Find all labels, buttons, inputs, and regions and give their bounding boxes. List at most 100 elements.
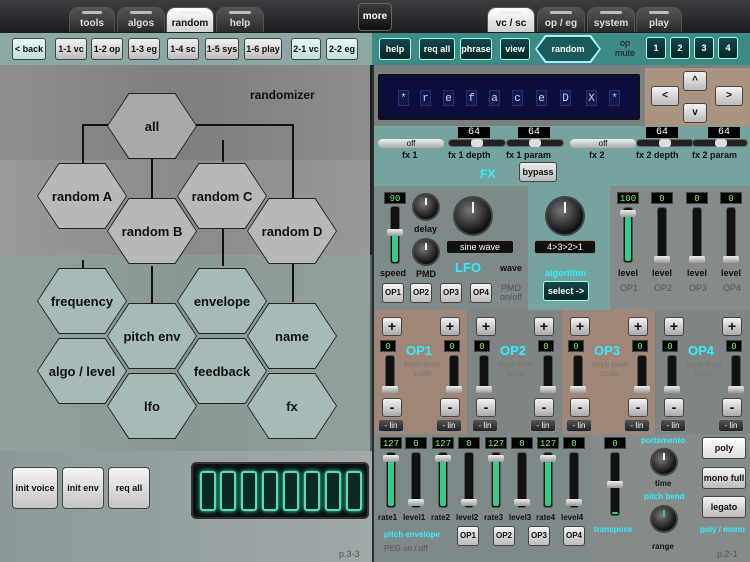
op4-level-slider[interactable] — [723, 207, 739, 263]
legato-button[interactable]: legato — [702, 496, 746, 518]
tab-vc-sc[interactable]: vc / sc — [487, 7, 535, 32]
op4-plus-right[interactable]: + — [722, 317, 742, 336]
fx2-depth-slider[interactable] — [636, 139, 694, 147]
op2-lin-left[interactable]: - lin — [472, 419, 498, 432]
back-button[interactable]: < back — [12, 38, 46, 60]
lfo-op4-button[interactable]: OP4 — [470, 283, 492, 303]
op2-plus-right[interactable]: + — [534, 317, 554, 336]
op1-minus-left[interactable]: - — [382, 398, 402, 417]
op2-minus-right[interactable]: - — [534, 398, 554, 417]
arrow-right-button[interactable]: > — [715, 86, 743, 106]
op3-lin-left[interactable]: - lin — [566, 419, 592, 432]
init-voice-button[interactable]: init voice — [12, 467, 58, 509]
op1-right-slider[interactable] — [446, 355, 462, 393]
mono-full-button[interactable]: mono full — [702, 467, 746, 489]
random-button[interactable]: random — [537, 37, 599, 61]
arrow-down-button[interactable]: v — [683, 103, 707, 123]
op4-left-slider[interactable] — [664, 355, 680, 393]
op-mute-2[interactable]: 2 — [670, 37, 690, 59]
arrow-left-button[interactable]: < — [651, 86, 679, 106]
op4-lin-right[interactable]: - lin — [718, 419, 744, 432]
tab-system[interactable]: system — [587, 7, 635, 32]
lfo-op2-button[interactable]: OP2 — [410, 283, 432, 303]
op3-lin-right[interactable]: - lin — [624, 419, 650, 432]
op3-minus-left[interactable]: - — [570, 398, 590, 417]
peg-rate3-slider[interactable] — [488, 452, 504, 508]
peg-op1-button[interactable]: OP1 — [457, 526, 479, 546]
op3-plus-left[interactable]: + — [570, 317, 590, 336]
nav-1-1-vc[interactable]: 1-1 vc — [55, 38, 87, 60]
more-button[interactable]: more — [358, 3, 392, 31]
fx2-param-slider[interactable] — [692, 139, 748, 147]
nav-1-5-sys[interactable]: 1-5 sys — [205, 38, 239, 60]
transpose-slider[interactable] — [607, 452, 623, 516]
op2-minus-left[interactable]: - — [476, 398, 496, 417]
lfo-op3-button[interactable]: OP3 — [440, 283, 462, 303]
peg-op4-button[interactable]: OP4 — [563, 526, 585, 546]
algorithm-knob[interactable] — [545, 196, 585, 236]
op4-lin-left[interactable]: - lin — [660, 419, 686, 432]
op2-right-slider[interactable] — [540, 355, 556, 393]
op1-minus-right[interactable]: - — [440, 398, 460, 417]
op3-right-slider[interactable] — [634, 355, 650, 393]
peg-op2-button[interactable]: OP2 — [493, 526, 515, 546]
tab-tools[interactable]: tools — [69, 7, 115, 32]
tab-random[interactable]: random — [166, 7, 214, 32]
algorithm-select-button[interactable]: select -> — [543, 281, 589, 301]
op2-left-slider[interactable] — [476, 355, 492, 393]
peg-level2-slider[interactable] — [461, 452, 477, 508]
fx-bypass-button[interactable]: bypass — [519, 162, 557, 182]
op-mute-3[interactable]: 3 — [694, 37, 714, 59]
lfo-wave-knob[interactable] — [453, 196, 493, 236]
lfo-speed-slider[interactable] — [387, 206, 403, 264]
nav-2-2-eg[interactable]: 2-2 eg — [326, 38, 358, 60]
op2-plus-left[interactable]: + — [476, 317, 496, 336]
lfo-delay-knob[interactable] — [412, 193, 440, 221]
op2-level-slider[interactable] — [654, 207, 670, 263]
phrase-button[interactable]: phrase — [460, 38, 492, 60]
tab-op-eg[interactable]: op / eg — [537, 7, 585, 32]
op4-minus-left[interactable]: - — [664, 398, 684, 417]
op1-left-slider[interactable] — [382, 355, 398, 393]
help-button[interactable]: help — [379, 38, 411, 60]
nav-1-4-sc[interactable]: 1-4 sc — [167, 38, 199, 60]
tab-algos[interactable]: algos — [117, 7, 165, 32]
peg-level1-slider[interactable] — [408, 452, 424, 508]
fx1-switch[interactable]: off — [378, 139, 444, 148]
tab-play[interactable]: play — [636, 7, 682, 32]
fx2-switch[interactable]: off — [570, 139, 636, 148]
init-env-button[interactable]: init env — [62, 467, 104, 509]
op3-level-slider[interactable] — [689, 207, 705, 263]
fx1-depth-slider[interactable] — [448, 139, 506, 147]
tab-help[interactable]: help — [216, 7, 264, 32]
view-button[interactable]: view — [500, 38, 530, 60]
nav-1-2-op[interactable]: 1-2 op — [91, 38, 123, 60]
op-mute-1[interactable]: 1 — [646, 37, 666, 59]
lfo-op1-button[interactable]: OP1 — [382, 283, 404, 303]
req-all-left-button[interactable]: req all — [108, 467, 150, 509]
op4-minus-right[interactable]: - — [722, 398, 742, 417]
portamento-time-knob[interactable] — [650, 448, 678, 476]
nav-1-3-eg[interactable]: 1-3 eg — [128, 38, 160, 60]
op2-lin-right[interactable]: - lin — [530, 419, 556, 432]
peg-rate2-slider[interactable] — [435, 452, 451, 508]
req-all-button[interactable]: req all — [419, 38, 455, 60]
op3-left-slider[interactable] — [570, 355, 586, 393]
peg-level4-slider[interactable] — [566, 452, 582, 508]
peg-level3-slider[interactable] — [514, 452, 530, 508]
op-mute-4[interactable]: 4 — [718, 37, 738, 59]
op3-minus-right[interactable]: - — [628, 398, 648, 417]
op4-plus-left[interactable]: + — [664, 317, 684, 336]
nav-1-6-play[interactable]: 1-6 play — [244, 38, 282, 60]
op4-right-slider[interactable] — [728, 355, 744, 393]
op1-level-slider[interactable] — [620, 207, 636, 263]
pitch-bend-range-knob[interactable] — [650, 505, 678, 533]
op3-plus-right[interactable]: + — [628, 317, 648, 336]
peg-rate4-slider[interactable] — [540, 452, 556, 508]
op1-lin-left[interactable]: - lin — [378, 419, 404, 432]
op1-plus-right[interactable]: + — [440, 317, 460, 336]
fx1-param-slider[interactable] — [506, 139, 564, 147]
arrow-up-button[interactable]: ^ — [683, 71, 707, 91]
nav-2-1-vc[interactable]: 2-1 vc — [291, 38, 321, 60]
poly-button[interactable]: poly — [702, 437, 746, 459]
